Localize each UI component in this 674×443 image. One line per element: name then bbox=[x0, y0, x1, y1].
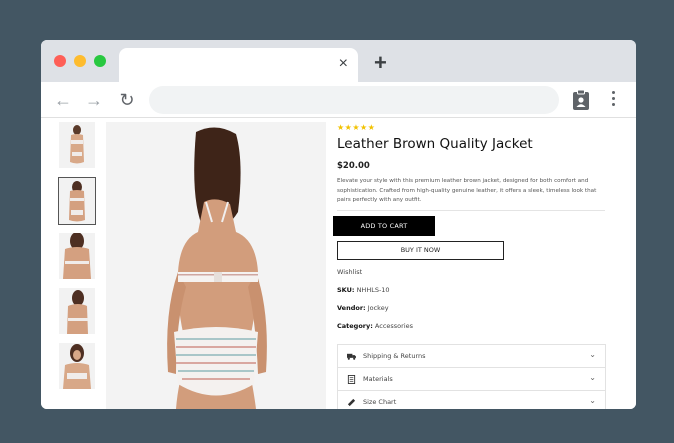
product-price: $20.00 bbox=[337, 161, 370, 171]
reload-icon[interactable]: ↻ bbox=[117, 90, 137, 110]
thumbnail-side-view[interactable] bbox=[59, 288, 95, 334]
accordion-size-chart[interactable]: Size Chart ⌄ bbox=[338, 391, 605, 409]
accordion-shipping-returns[interactable]: Shipping & Returns ⌄ bbox=[338, 345, 605, 368]
thumbnail-back-view[interactable] bbox=[58, 177, 96, 225]
sku-value: NHHLS-10 bbox=[356, 286, 390, 294]
accordion-label: Shipping & Returns bbox=[363, 352, 426, 360]
rating-stars: ★★★★★ bbox=[337, 123, 376, 132]
clipboard-user-icon[interactable] bbox=[572, 89, 590, 111]
category-row: Category: Accessories bbox=[337, 322, 413, 330]
product-description: Elevate your style with this premium lea… bbox=[337, 178, 597, 203]
chevron-down-icon: ⌄ bbox=[589, 373, 596, 382]
divider bbox=[337, 210, 605, 211]
vendor-row: Vendor: Jockey bbox=[337, 304, 389, 312]
address-bar[interactable] bbox=[149, 86, 559, 114]
category-label: Category: bbox=[337, 322, 373, 330]
category-value[interactable]: Accessories bbox=[375, 322, 413, 330]
page-content: ★★★★★ Leather Brown Quality Jacket $20.0… bbox=[41, 119, 636, 409]
product-title: Leather Brown Quality Jacket bbox=[337, 136, 533, 152]
maximize-window-button[interactable] bbox=[94, 55, 106, 67]
sku-row: SKU: NHHLS-10 bbox=[337, 286, 390, 294]
browser-window: × + ← → ↻ ★★★★★ Leather Brown Quality Ja… bbox=[41, 40, 636, 409]
title-bar: × + bbox=[41, 40, 636, 82]
thumbnail-front-view[interactable] bbox=[59, 122, 95, 168]
vendor-label: Vendor: bbox=[337, 304, 366, 312]
add-to-cart-button[interactable]: ADD TO CART bbox=[333, 216, 435, 236]
buy-it-now-button[interactable]: BUY IT NOW bbox=[337, 241, 504, 260]
tab-close-icon[interactable]: × bbox=[339, 55, 348, 73]
forward-arrow-icon[interactable]: → bbox=[84, 90, 104, 110]
chevron-down-icon: ⌄ bbox=[589, 396, 596, 405]
accordion-materials[interactable]: Materials ⌄ bbox=[338, 368, 605, 391]
close-window-button[interactable] bbox=[54, 55, 66, 67]
minimize-window-button[interactable] bbox=[74, 55, 86, 67]
ruler-icon bbox=[347, 398, 356, 407]
fabric-icon bbox=[347, 375, 356, 384]
vendor-value: Jockey bbox=[367, 304, 389, 312]
accordion-label: Materials bbox=[363, 375, 393, 383]
back-arrow-icon[interactable]: ← bbox=[53, 90, 73, 110]
kebab-menu-icon[interactable] bbox=[607, 91, 619, 109]
accordion-label: Size Chart bbox=[363, 398, 397, 406]
sku-label: SKU: bbox=[337, 286, 355, 294]
main-product-image[interactable] bbox=[106, 122, 326, 409]
truck-icon bbox=[347, 353, 356, 360]
thumbnail-back-closeup[interactable] bbox=[59, 233, 95, 279]
product-info-accordion: Shipping & Returns ⌄ Materials ⌄ Size Ch… bbox=[337, 344, 606, 409]
wishlist-link[interactable]: Wishlist bbox=[337, 268, 362, 276]
thumbnail-front-closeup[interactable] bbox=[59, 343, 95, 389]
new-tab-button[interactable]: + bbox=[374, 52, 387, 74]
browser-toolbar: ← → ↻ bbox=[41, 82, 636, 118]
browser-tab[interactable]: × bbox=[119, 48, 358, 82]
chevron-down-icon: ⌄ bbox=[589, 350, 596, 359]
